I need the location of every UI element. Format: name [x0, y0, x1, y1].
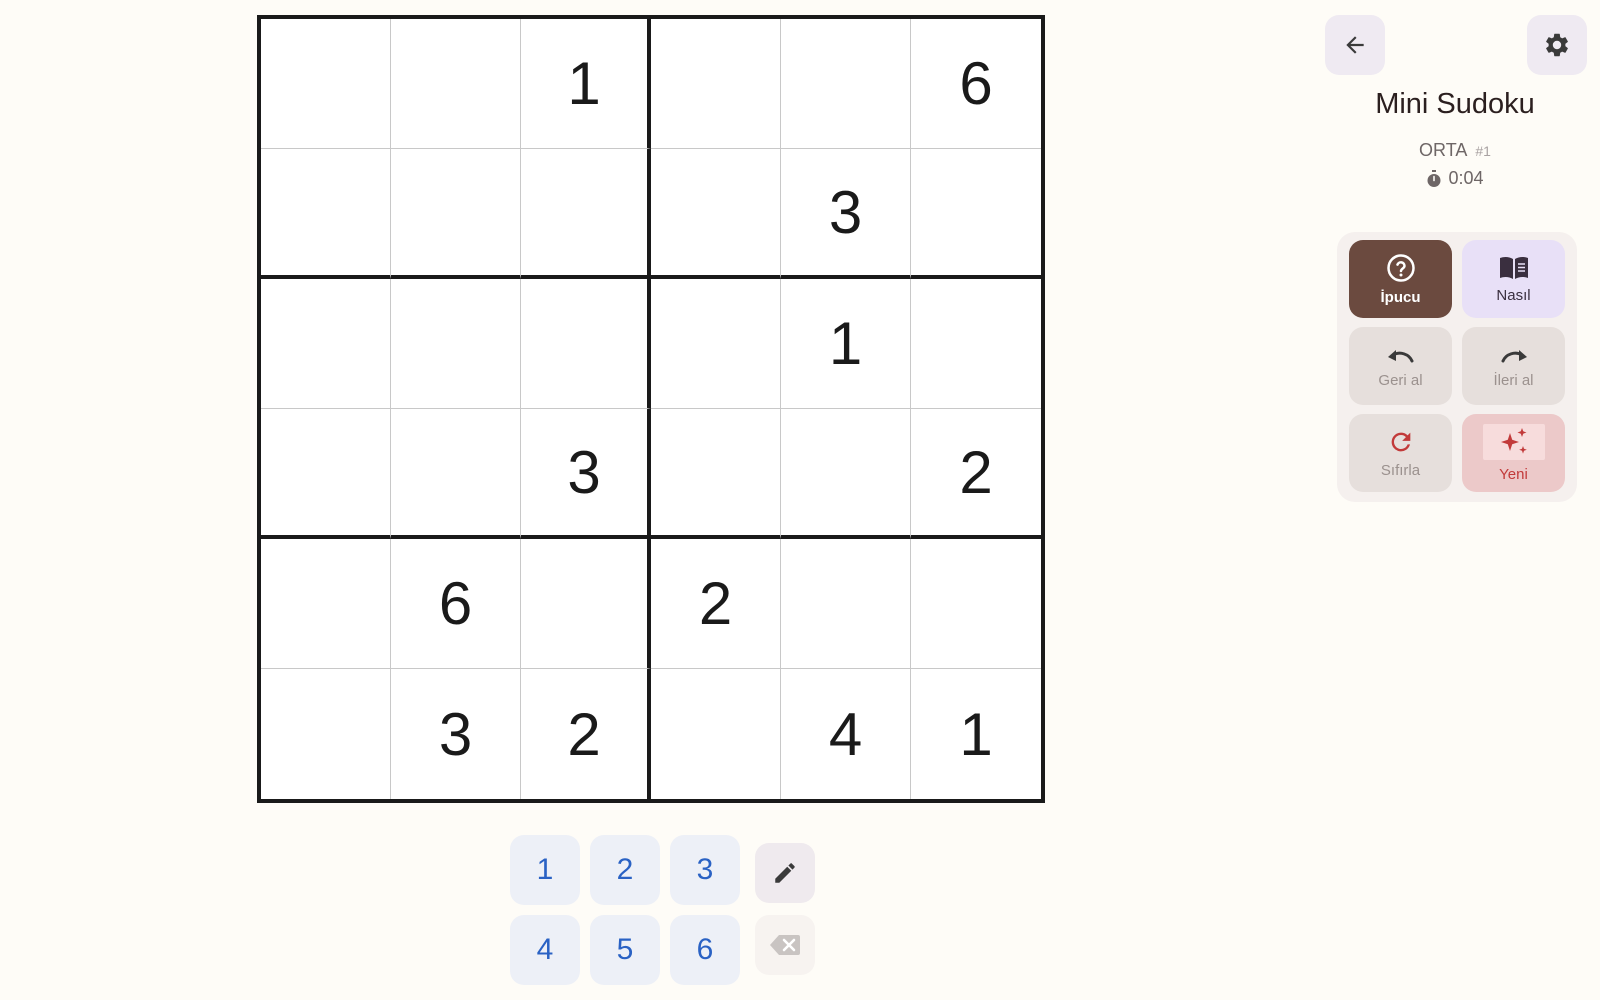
cell-r6-c5[interactable]: 4 — [781, 669, 911, 799]
cell-r1-c4[interactable] — [651, 19, 781, 149]
cell-r6-c2[interactable]: 3 — [391, 669, 521, 799]
new-game-icon-box — [1482, 423, 1545, 460]
how-to-play-label: Nasıl — [1496, 286, 1531, 304]
erase-button[interactable] — [755, 915, 815, 975]
settings-button[interactable] — [1527, 15, 1587, 75]
cell-r5-c1[interactable] — [261, 539, 391, 669]
cell-r6-c1[interactable] — [261, 669, 391, 799]
cell-r3-c3[interactable] — [521, 279, 651, 409]
reset-button[interactable]: Sıfırla — [1349, 414, 1452, 492]
undo-label: Geri al — [1378, 371, 1423, 389]
refresh-icon — [1391, 432, 1410, 451]
new-game-button[interactable]: Yeni — [1462, 414, 1565, 492]
cell-r6-c6[interactable]: 1 — [911, 669, 1041, 799]
redo-icon — [1501, 349, 1527, 362]
redo-button[interactable]: İleri al — [1462, 327, 1565, 405]
cell-r2-c6[interactable] — [911, 149, 1041, 279]
cell-r2-c2[interactable] — [391, 149, 521, 279]
difficulty-info: ORTA #1 — [1310, 140, 1600, 161]
cell-r2-c3[interactable] — [521, 149, 651, 279]
cell-r1-c3[interactable]: 1 — [521, 19, 651, 149]
digit-5-button[interactable]: 5 — [590, 915, 660, 985]
cell-r5-c2[interactable]: 6 — [391, 539, 521, 669]
cell-r2-c1[interactable] — [261, 149, 391, 279]
timer: 0:04 — [1310, 168, 1600, 189]
stopwatch-icon — [1427, 169, 1441, 187]
backspace-icon — [770, 935, 800, 955]
cell-r5-c6[interactable] — [911, 539, 1041, 669]
cell-r6-c3[interactable]: 2 — [521, 669, 651, 799]
cell-r2-c4[interactable] — [651, 149, 781, 279]
cell-r4-c1[interactable] — [261, 409, 391, 539]
cell-r3-c6[interactable] — [911, 279, 1041, 409]
cell-r4-c2[interactable] — [391, 409, 521, 539]
hint-button[interactable]: İpucu — [1349, 240, 1452, 318]
arrow-left-icon — [1346, 36, 1364, 54]
number-pad: 1 2 3 4 5 6 — [510, 835, 830, 995]
hint-label: İpucu — [1380, 288, 1421, 306]
pencil-icon — [775, 863, 795, 883]
how-to-play-button[interactable]: Nasıl — [1462, 240, 1565, 318]
new-game-label: Yeni — [1499, 465, 1528, 483]
gear-icon — [1546, 33, 1568, 57]
cell-r4-c5[interactable] — [781, 409, 911, 539]
puzzle-number: #1 — [1475, 143, 1491, 159]
back-button[interactable] — [1325, 15, 1385, 75]
cell-r4-c6[interactable]: 2 — [911, 409, 1041, 539]
help-circle-icon — [1386, 253, 1415, 282]
cell-r3-c1[interactable] — [261, 279, 391, 409]
undo-button[interactable]: Geri al — [1349, 327, 1452, 405]
cell-r3-c4[interactable] — [651, 279, 781, 409]
cell-r5-c5[interactable] — [781, 539, 911, 669]
cell-r5-c4[interactable]: 2 — [651, 539, 781, 669]
cell-r1-c5[interactable] — [781, 19, 911, 149]
digit-6-button[interactable]: 6 — [670, 915, 740, 985]
sparkles-icon — [1500, 427, 1527, 454]
game-title: Mini Sudoku — [1375, 88, 1535, 120]
book-icon — [1499, 256, 1528, 279]
digit-1-button[interactable]: 1 — [510, 835, 580, 905]
cell-r4-c4[interactable] — [651, 409, 781, 539]
reset-label: Sıfırla — [1380, 461, 1421, 479]
digit-3-button[interactable]: 3 — [670, 835, 740, 905]
digit-2-button[interactable]: 2 — [590, 835, 660, 905]
cell-r3-c2[interactable] — [391, 279, 521, 409]
digit-4-button[interactable]: 4 — [510, 915, 580, 985]
cell-r1-c1[interactable] — [261, 19, 391, 149]
redo-label: İleri al — [1493, 371, 1534, 389]
cell-r1-c2[interactable] — [391, 19, 521, 149]
cell-r3-c5[interactable]: 1 — [781, 279, 911, 409]
action-panel: İpucu Nasıl Geri al İleri al Sıfırla Yen… — [1337, 232, 1577, 502]
pencil-mode-button[interactable] — [755, 843, 815, 903]
timer-value: 0:04 — [1448, 168, 1484, 188]
cell-r1-c6[interactable]: 6 — [911, 19, 1041, 149]
cell-r6-c4[interactable] — [651, 669, 781, 799]
cell-r5-c3[interactable] — [521, 539, 651, 669]
undo-icon — [1387, 349, 1413, 362]
cell-r4-c3[interactable]: 3 — [521, 409, 651, 539]
sudoku-board: 163132623241 — [257, 15, 1045, 803]
cell-r2-c5[interactable]: 3 — [781, 149, 911, 279]
difficulty-label: ORTA — [1419, 140, 1468, 160]
